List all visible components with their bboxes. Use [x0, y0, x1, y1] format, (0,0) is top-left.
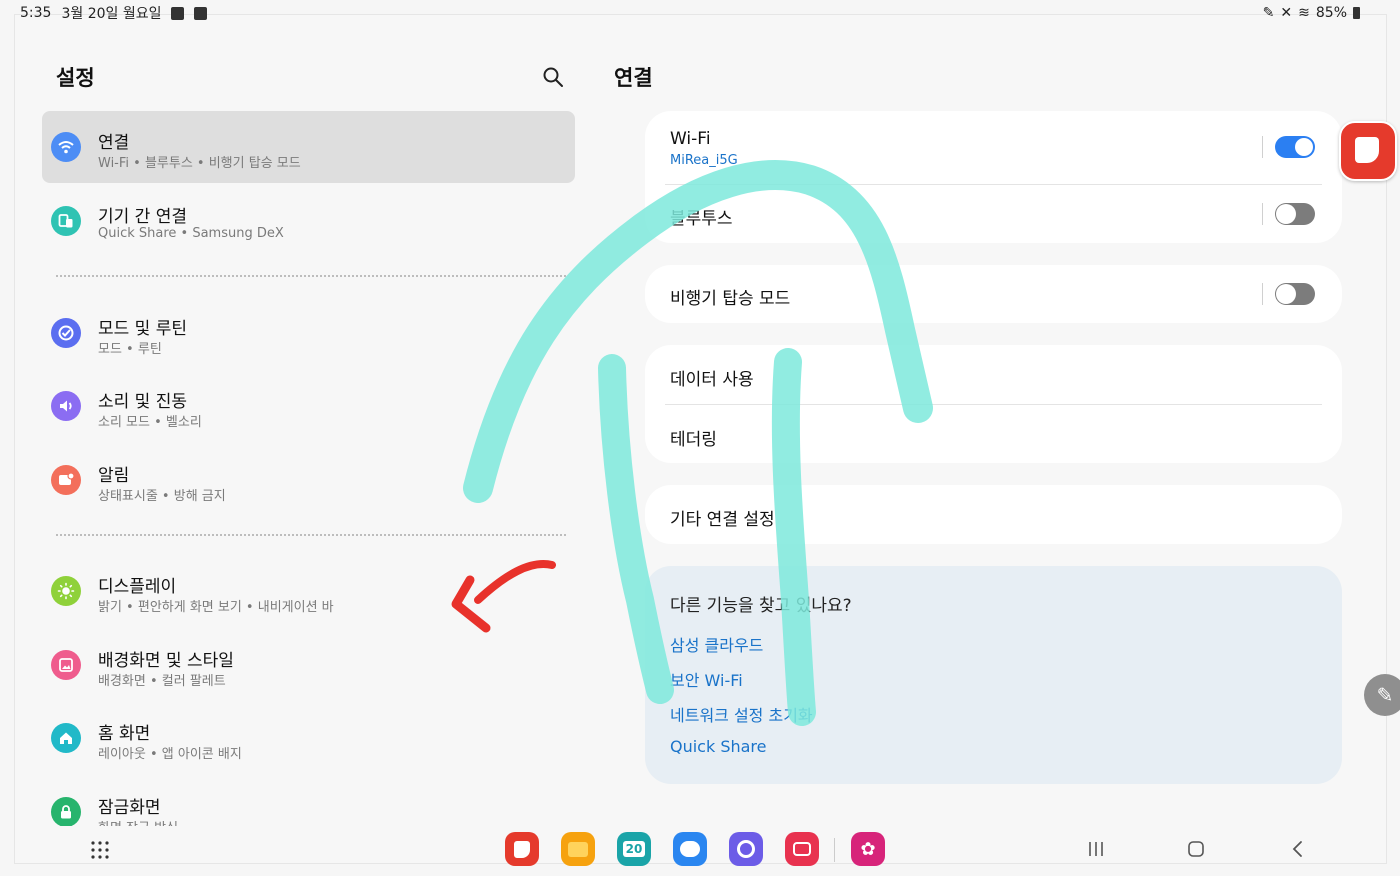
notes-app-icon[interactable] — [505, 832, 539, 866]
devices-icon — [51, 206, 81, 236]
wallpaper-icon — [51, 650, 81, 680]
status-date: 3월 20일 월요일 — [61, 6, 162, 22]
section-divider — [56, 275, 566, 277]
toggle-separator — [1262, 136, 1263, 158]
row-divider — [665, 184, 1322, 185]
airplane-card: 비행기 탑승 모드 — [645, 265, 1342, 323]
flower-app-icon[interactable]: ✿ — [851, 832, 885, 866]
wifi-status-icon: ≋ — [1298, 5, 1310, 21]
messages-app-icon[interactable] — [673, 832, 707, 866]
wifi-bluetooth-card: Wi-Fi MiRea_i5G 블루투스 — [645, 111, 1342, 243]
link-secure-wifi[interactable]: 보안 Wi-Fi — [670, 667, 743, 691]
wifi-network-name: MiRea_i5G — [670, 153, 738, 168]
camera-app-icon[interactable] — [785, 832, 819, 866]
settings-title: 설정 — [56, 66, 95, 90]
mute-icon: ✎ — [1262, 5, 1275, 21]
data-usage-item[interactable]: 데이터 사용 — [670, 365, 754, 390]
settings-item-display[interactable]: 디스플레이 밝기 • 편안하게 화면 보기 • 내비게이션 바 — [42, 555, 575, 627]
settings-item-home-screen[interactable]: 홈 화면 레이아웃 • 앱 아이콘 배지 — [42, 702, 575, 774]
row-divider — [665, 404, 1322, 405]
link-reset-network-settings[interactable]: 네트워크 설정 초기화 — [670, 702, 813, 726]
settings-item-subtitle: 모드 • 루틴 — [98, 342, 162, 357]
settings-item-sound-vibration[interactable]: 소리 및 진동 소리 모드 • 벨소리 — [42, 370, 575, 442]
speaker-icon — [51, 391, 81, 421]
other-connection-settings-item[interactable]: 기타 연결 설정 — [670, 505, 775, 530]
settings-item-title: 디스플레이 — [98, 577, 177, 597]
wifi-icon — [51, 132, 81, 162]
calendar-app-icon[interactable]: 20 — [617, 832, 651, 866]
status-bar: 5:35 3월 20일 월요일 ✎ ✕ ≋ 85% — [20, 2, 1360, 24]
settings-item-title: 연결 — [98, 133, 130, 153]
back-icon[interactable] — [1290, 840, 1306, 858]
wifi-label[interactable]: Wi-Fi — [670, 129, 711, 149]
connections-title: 연결 — [614, 66, 653, 90]
settings-item-title: 모드 및 루틴 — [98, 319, 188, 339]
wifi-toggle[interactable] — [1275, 136, 1315, 158]
tethering-item[interactable]: 테더링 — [670, 425, 717, 450]
silent-icon: ✕ — [1280, 5, 1293, 21]
data-tethering-card: 데이터 사용 테더링 — [645, 345, 1342, 463]
internet-app-icon[interactable] — [729, 832, 763, 866]
home-nav-icon[interactable] — [1187, 840, 1205, 858]
section-divider — [56, 534, 566, 536]
lock-icon — [51, 797, 81, 826]
settings-item-subtitle: 화면 잠금 방식 — [98, 817, 178, 826]
settings-item-subtitle: 상태표시줄 • 방해 금지 — [98, 489, 226, 504]
edit-pen-floating-icon[interactable]: ✎ — [1364, 674, 1400, 716]
other-settings-card: 기타 연결 설정 — [645, 485, 1342, 544]
settings-item-connections[interactable]: 연결 Wi-Fi • 블루투스 • 비행기 탑승 모드 — [42, 111, 575, 183]
suggestions-card: 다른 기능을 찾고 있나요? 삼성 클라우드 보안 Wi-Fi 네트워크 설정 … — [645, 566, 1342, 784]
settings-item-title: 알림 — [98, 466, 130, 486]
settings-item-wallpaper-style[interactable]: 배경화면 및 스타일 배경화면 • 컬러 팔레트 — [42, 629, 575, 701]
settings-item-modes-routines[interactable]: 모드 및 루틴 모드 • 루틴 — [42, 297, 575, 369]
calendar-day: 20 — [622, 841, 646, 857]
settings-item-subtitle: 레이아웃 • 앱 아이콘 배지 — [98, 747, 242, 762]
settings-item-subtitle: 소리 모드 • 벨소리 — [98, 415, 202, 430]
samsung-notes-floating-icon[interactable] — [1339, 121, 1397, 181]
battery-level: 85% — [1315, 5, 1347, 21]
settings-item-lock-screen[interactable]: 잠금화면 화면 잠금 방식 — [42, 776, 575, 826]
settings-item-subtitle: 밝기 • 편안하게 화면 보기 • 내비게이션 바 — [98, 600, 334, 615]
settings-item-title: 배경화면 및 스타일 — [98, 651, 234, 671]
home-icon — [51, 723, 81, 753]
settings-item-subtitle: 배경화면 • 컬러 팔레트 — [98, 674, 226, 689]
settings-item-title: 기기 간 연결 — [98, 207, 188, 227]
toggle-separator — [1262, 283, 1263, 305]
brightness-icon — [51, 576, 81, 606]
bluetooth-toggle[interactable] — [1275, 203, 1315, 225]
settings-item-subtitle: Wi-Fi • 블루투스 • 비행기 탑승 모드 — [98, 156, 301, 171]
routine-check-icon — [51, 318, 81, 348]
gallery-notification-icon — [171, 6, 185, 20]
link-quick-share[interactable]: Quick Share — [670, 737, 767, 756]
link-samsung-cloud[interactable]: 삼성 클라우드 — [670, 632, 763, 656]
airplane-mode-toggle[interactable] — [1275, 283, 1315, 305]
settings-item-title: 홈 화면 — [98, 724, 151, 744]
settings-item-title: 소리 및 진동 — [98, 392, 188, 412]
settings-item-title: 잠금화면 — [98, 798, 161, 818]
app-drawer-icon[interactable] — [90, 840, 110, 860]
bluetooth-label[interactable]: 블루투스 — [670, 204, 733, 229]
search-icon[interactable] — [542, 66, 564, 88]
image-notification-icon — [194, 6, 208, 20]
airplane-mode-label[interactable]: 비행기 탑승 모드 — [670, 284, 790, 309]
files-app-icon[interactable] — [561, 832, 595, 866]
dock-separator — [834, 838, 835, 862]
suggestions-question: 다른 기능을 찾고 있나요? — [670, 596, 852, 616]
toggle-separator — [1262, 203, 1263, 225]
status-time: 5:35 — [20, 5, 52, 21]
settings-item-subtitle: Quick Share • Samsung DeX — [98, 226, 284, 241]
settings-item-device-connections[interactable]: 기기 간 연결 Quick Share • Samsung DeX — [42, 185, 575, 257]
recent-apps-icon[interactable] — [1087, 840, 1105, 858]
notification-icon — [51, 465, 81, 495]
battery-icon — [1353, 7, 1360, 19]
settings-item-notifications[interactable]: 알림 상태표시줄 • 방해 금지 — [42, 444, 575, 516]
